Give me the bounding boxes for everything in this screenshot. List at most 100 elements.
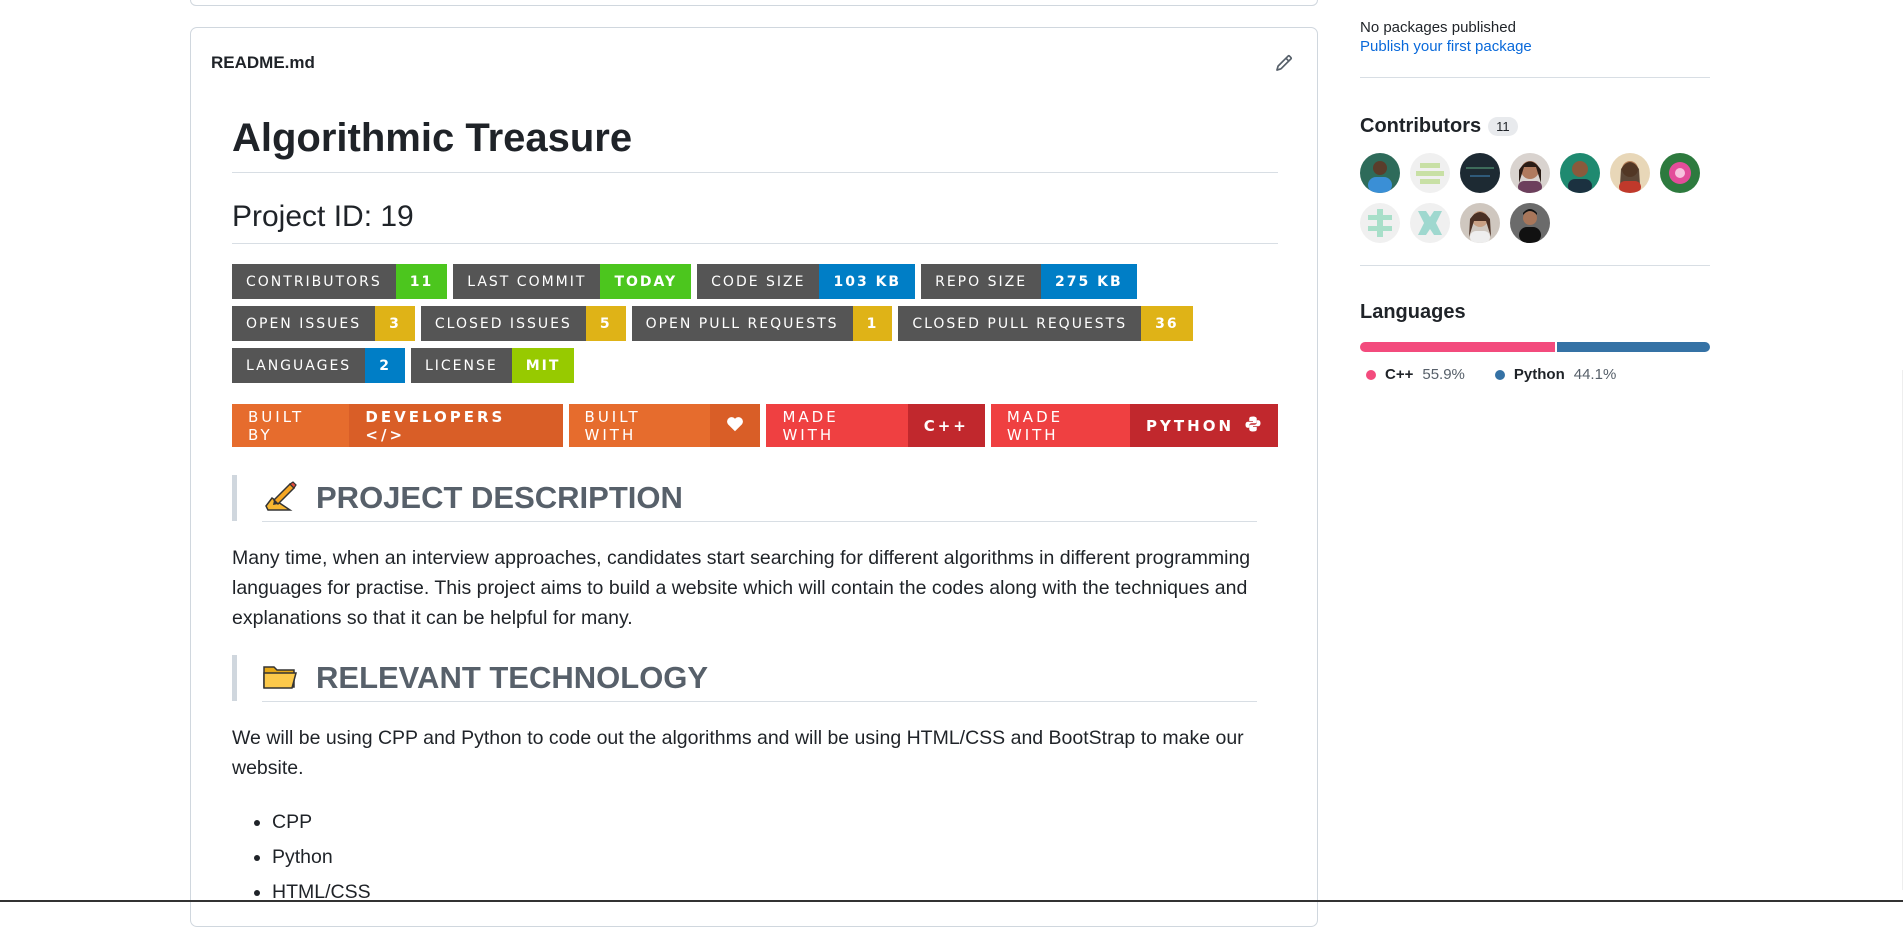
badge-value: 2 xyxy=(365,348,405,383)
big-badge[interactable]: BUILT WITH xyxy=(568,404,761,447)
badge-license[interactable]: LICENSE MIT xyxy=(410,348,575,383)
packages-status: No packages published xyxy=(1360,19,1516,36)
badge-value: 1 xyxy=(852,306,893,341)
language-percent: 55.9% xyxy=(1422,366,1465,383)
badge-label: OPEN ISSUES xyxy=(232,306,376,341)
avatar[interactable] xyxy=(1510,203,1550,243)
publish-package-link[interactable]: Publish your first package xyxy=(1360,38,1710,55)
big-badge-row: BUILT BY DEVELOPERS </> BUILT WITH MADE WIT… xyxy=(232,404,1278,447)
previous-card-edge xyxy=(190,0,1318,6)
badge-closed-issues[interactable]: CLOSED ISSUES 5 xyxy=(420,306,626,341)
badge-repo-size[interactable]: REPO SIZE 275 KB xyxy=(921,264,1137,299)
badge-closed-pull-requests[interactable]: CLOSED PULL REQUESTS 36 xyxy=(898,306,1193,341)
big-badge[interactable]: MADE WITH PYTHON xyxy=(990,404,1278,447)
avatar[interactable] xyxy=(1510,153,1550,193)
divider xyxy=(1360,77,1710,78)
badge-contributors[interactable]: CONTRIBUTORS 11 xyxy=(232,264,448,299)
badge-value: 5 xyxy=(585,306,626,341)
avatar[interactable] xyxy=(1560,153,1600,193)
badge-value: 3 xyxy=(375,306,415,341)
language-item[interactable]: C++ 55.9% xyxy=(1366,366,1465,383)
project-description-text: Many time, when an interview approaches,… xyxy=(232,547,1251,629)
language-bar-segment xyxy=(1556,342,1710,352)
language-name: C++ xyxy=(1385,366,1414,383)
technology-list: CPP Python HTML/CSS xyxy=(232,805,1278,910)
languages-title: Languages xyxy=(1360,301,1466,323)
list-item: HTML/CSS xyxy=(272,875,1278,910)
language-dot-icon xyxy=(1494,369,1505,380)
big-badge-left: BUILT WITH xyxy=(568,404,711,447)
badge-label: CODE SIZE xyxy=(697,264,820,299)
badge-rows: CONTRIBUTORS 11 LAST COMMIT TODAY CODE SIZE 1… xyxy=(232,264,1278,383)
writing-hand-icon xyxy=(262,480,298,517)
language-legend: C++ 55.9% Python 44.1% xyxy=(1360,366,1710,383)
badge-open-issues[interactable]: OPEN ISSUES 3 xyxy=(232,306,415,341)
language-item[interactable]: Python 44.1% xyxy=(1494,366,1617,383)
section-heading-text: PROJECT DESCRIPTION xyxy=(316,480,683,515)
relevant-technology-text: We will be using CPP and Python to code … xyxy=(232,727,1244,779)
badge-row-3: LANGUAGES 2 LICENSE MIT xyxy=(232,348,1278,383)
avatar[interactable] xyxy=(1410,203,1450,243)
python-icon xyxy=(1244,415,1262,437)
badge-label: LAST COMMIT xyxy=(453,264,601,299)
badge-value: 36 xyxy=(1141,306,1193,341)
contributor-avatars xyxy=(1360,153,1710,243)
language-name: Python xyxy=(1513,366,1565,383)
big-badge-left: MADE WITH xyxy=(990,404,1131,447)
relevant-technology-heading: RELEVANT TECHNOLOGY xyxy=(232,655,1278,702)
big-badge-right: C++ xyxy=(907,404,985,447)
readme-card: README.md Algorithmic Treasure Project I… xyxy=(190,27,1318,927)
divider xyxy=(1360,265,1710,266)
pencil-icon[interactable] xyxy=(1273,52,1295,74)
badge-value: 11 xyxy=(395,264,448,299)
big-badge[interactable]: BUILT BY DEVELOPERS </> xyxy=(232,404,563,447)
avatar[interactable] xyxy=(1460,153,1500,193)
project-description-heading: PROJECT DESCRIPTION xyxy=(232,475,1278,522)
big-badge-right-text: PYTHON xyxy=(1146,416,1234,435)
badge-label: CLOSED PULL REQUESTS xyxy=(898,306,1142,341)
big-badge-left: MADE WITH xyxy=(766,404,908,447)
project-id-heading: Project ID: 19 xyxy=(232,199,1278,244)
section-heading-text: RELEVANT TECHNOLOGY xyxy=(316,660,709,695)
badge-open-pull-requests[interactable]: OPEN PULL REQUESTS 1 xyxy=(631,306,893,341)
contributors-count-badge: 11 xyxy=(1488,117,1518,136)
contributors-title: Contributors xyxy=(1360,115,1482,137)
language-dot-icon xyxy=(1366,369,1376,380)
list-item: Python xyxy=(272,840,1278,875)
language-percent: 44.1% xyxy=(1573,366,1617,383)
big-badge-right: DEVELOPERS </> xyxy=(349,404,563,447)
readme-title: Algorithmic Treasure xyxy=(232,114,1278,173)
badge-languages[interactable]: LANGUAGES 2 xyxy=(232,348,405,383)
badge-label: LICENSE xyxy=(410,348,512,383)
badge-label: CLOSED ISSUES xyxy=(420,306,586,341)
badge-label: REPO SIZE xyxy=(921,264,1042,299)
badge-value: MIT xyxy=(511,348,575,383)
badge-row-1: CONTRIBUTORS 11 LAST COMMIT TODAY CODE SIZE 1… xyxy=(232,264,1278,299)
folder-icon xyxy=(262,661,298,696)
badge-label: LANGUAGES xyxy=(232,348,366,383)
contributors-heading[interactable]: Contributors 11 xyxy=(1360,115,1710,138)
big-badge-right-text: DEVELOPERS </> xyxy=(365,407,506,444)
language-bar xyxy=(1360,342,1710,352)
badge-last-commit[interactable]: LAST COMMIT TODAY xyxy=(453,264,692,299)
avatar[interactable] xyxy=(1360,153,1400,193)
avatar[interactable] xyxy=(1360,203,1400,243)
badge-value: 275 KB xyxy=(1041,264,1137,299)
badge-row-2: OPEN ISSUES 3 CLOSED ISSUES 5 OPEN PULL REQU… xyxy=(232,306,1278,341)
badge-label: CONTRIBUTORS xyxy=(232,264,396,299)
badge-value: TODAY xyxy=(600,264,692,299)
avatar[interactable] xyxy=(1660,153,1700,193)
avatar[interactable] xyxy=(1460,203,1500,243)
badge-code-size[interactable]: CODE SIZE 103 KB xyxy=(697,264,916,299)
big-badge-left: BUILT BY xyxy=(232,404,350,447)
heart-icon xyxy=(726,416,744,436)
readme-filename[interactable]: README.md xyxy=(211,53,315,73)
avatar[interactable] xyxy=(1610,153,1650,193)
big-badge[interactable]: MADE WITH C++ xyxy=(766,404,985,447)
avatar[interactable] xyxy=(1410,153,1450,193)
big-badge-right-text: C++ xyxy=(923,416,969,435)
readme-content: Algorithmic Treasure Project ID: 19 CONT… xyxy=(232,114,1278,910)
big-badge-right xyxy=(710,404,761,447)
repo-sidebar: No packages published Publish your first… xyxy=(1360,0,1710,383)
big-badge-right: PYTHON xyxy=(1130,404,1278,447)
